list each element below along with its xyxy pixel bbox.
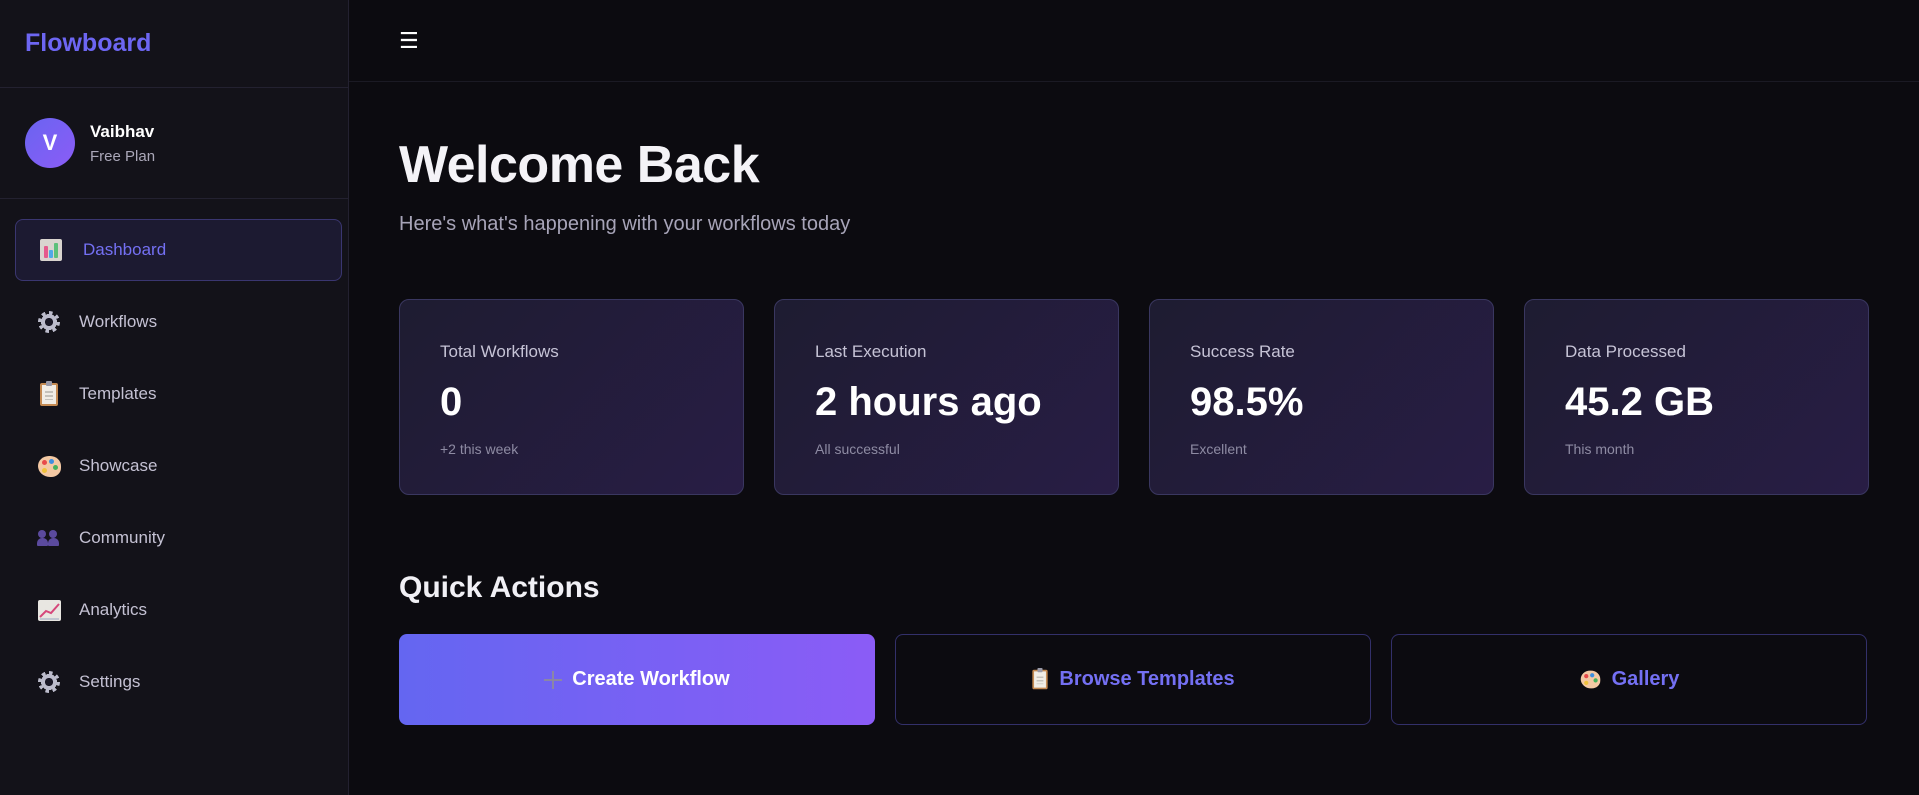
sidebar-item-label: Showcase (79, 456, 158, 475)
trend-chart-icon (36, 597, 62, 623)
stat-card-success-rate: Success Rate 98.5% Excellent (1149, 299, 1494, 495)
stat-card-data-processed: Data Processed 45.2 GB This month (1524, 299, 1869, 495)
create-workflow-button[interactable]: Create Workflow (399, 634, 875, 725)
main-content: ☰ Welcome Back Here's what's happening w… (349, 0, 1919, 795)
stat-value: 2 hours ago (815, 380, 1042, 424)
clipboard-icon (36, 380, 62, 407)
gallery-label: Gallery (1611, 668, 1680, 690)
dashboard-content: Welcome Back Here's what's happening wit… (349, 82, 1919, 725)
quick-actions-title: Quick Actions (399, 571, 600, 604)
stat-value: 45.2 GB (1565, 380, 1714, 424)
stat-label: Success Rate (1190, 342, 1295, 361)
page-subtitle: Here's what's happening with your workfl… (399, 213, 851, 235)
user-name: Vaibhav (90, 121, 155, 141)
stat-value: 98.5% (1190, 380, 1304, 424)
gear-icon (36, 669, 62, 695)
sidebar-nav: Dashboard Workflows Templates Showcase C… (0, 199, 348, 723)
stats-grid: Total Workflows 0 +2 this week Last Exec… (399, 299, 1869, 495)
browse-templates-label: Browse Templates (1059, 668, 1235, 690)
brand-header: Flowboard (0, 0, 348, 88)
sidebar-item-label: Community (79, 528, 165, 547)
sidebar-item-showcase[interactable]: Showcase (15, 435, 342, 497)
user-profile[interactable]: V Vaibhav Free Plan (0, 88, 348, 199)
gallery-button[interactable]: Gallery (1391, 634, 1867, 725)
sidebar-item-label: Templates (79, 384, 157, 403)
hamburger-menu-icon[interactable]: ☰ (399, 28, 419, 54)
sidebar-item-workflows[interactable]: Workflows (15, 291, 342, 353)
palette-icon (36, 453, 62, 479)
sidebar-item-settings[interactable]: Settings (15, 651, 342, 713)
stat-value: 0 (440, 380, 463, 424)
sidebar-item-label: Analytics (79, 600, 148, 619)
stat-card-total-workflows: Total Workflows 0 +2 this week (399, 299, 744, 495)
people-icon (36, 525, 62, 551)
quick-actions: Create Workflow Browse Templates Gallery (399, 634, 1869, 725)
avatar[interactable]: V (25, 118, 75, 168)
sidebar-item-label: Settings (79, 672, 141, 691)
stat-card-last-execution: Last Execution 2 hours ago All successfu… (774, 299, 1119, 495)
stat-label: Data Processed (1565, 342, 1686, 361)
stat-note: All successful (815, 441, 900, 457)
app-root: Flowboard V Vaibhav Free Plan Dashboard … (0, 0, 1919, 795)
page-title: Welcome Back (399, 136, 760, 194)
create-workflow-label: Create Workflow (572, 668, 730, 690)
stat-note: This month (1565, 441, 1635, 457)
sidebar-item-label: Dashboard (83, 240, 167, 259)
bar-chart-icon (38, 237, 64, 263)
sidebar-item-community[interactable]: Community (15, 507, 342, 569)
profile-text: Vaibhav Free Plan (90, 122, 155, 165)
user-plan: Free Plan (90, 147, 156, 165)
sidebar-item-templates[interactable]: Templates (15, 363, 342, 425)
sidebar-item-dashboard[interactable]: Dashboard (15, 219, 342, 281)
stat-note: Excellent (1190, 441, 1247, 457)
clipboard-icon (1031, 668, 1049, 691)
sidebar-item-analytics[interactable]: Analytics (15, 579, 342, 641)
stat-label: Total Workflows (440, 342, 559, 361)
sidebar: Flowboard V Vaibhav Free Plan Dashboard … (0, 0, 349, 795)
gear-icon (36, 309, 62, 335)
browse-templates-button[interactable]: Browse Templates (895, 634, 1371, 725)
topbar: ☰ (349, 0, 1919, 82)
stat-note: +2 this week (440, 441, 519, 457)
plus-icon (544, 670, 563, 689)
brand-logo-text[interactable]: Flowboard (25, 29, 151, 58)
palette-icon (1579, 669, 1602, 690)
sidebar-item-label: Workflows (79, 312, 158, 331)
stat-label: Last Execution (815, 342, 927, 361)
